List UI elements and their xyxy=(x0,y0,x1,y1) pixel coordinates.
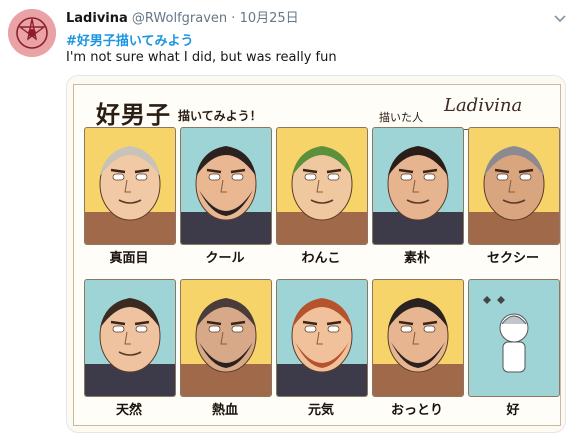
artwork-title: 好男子 xyxy=(96,101,171,129)
character-panel xyxy=(84,127,176,245)
tweet-text: I'm not sure what I did, but was really … xyxy=(66,50,337,65)
character-label: 素朴 xyxy=(403,251,430,266)
display-name[interactable]: Ladivina xyxy=(66,11,128,26)
user-handle[interactable]: @RWolfgraven xyxy=(132,11,227,26)
character-label: 好 xyxy=(506,403,520,418)
character-panel xyxy=(180,279,272,397)
character-face-icon xyxy=(85,298,175,396)
character-label: おっとり xyxy=(390,403,443,418)
character-panel xyxy=(372,279,464,397)
character-face-icon xyxy=(85,146,175,244)
character-label: クール xyxy=(205,251,245,266)
pentagram-avatar-icon xyxy=(8,9,56,57)
character-label: わんこ xyxy=(301,251,341,266)
character-panel xyxy=(180,127,272,245)
character-label: 元気 xyxy=(307,403,334,418)
separator-dot: · xyxy=(231,11,236,26)
chibi-sketch-icon xyxy=(483,296,529,373)
artist-signature: Ladivina xyxy=(444,95,523,116)
artwork-frame: 好男子 描いてみよう！ 描いた人 Ladivina 真面目 クール わんこ 素朴 セクシ… xyxy=(73,84,561,426)
tweet-header: Ladivina @RWolfgraven · 10月25日 xyxy=(66,10,566,28)
tweet-image[interactable]: 好男子 描いてみよう！ 描いた人 Ladivina 真面目 クール わんこ 素朴 セクシ… xyxy=(66,75,566,433)
character-face-icon xyxy=(181,146,271,244)
character-face-icon xyxy=(277,298,367,396)
character-panel xyxy=(276,127,368,245)
character-face-icon xyxy=(181,298,271,396)
character-face-icon xyxy=(373,146,463,244)
drawn-by-label: 描いた人 xyxy=(379,111,423,124)
character-panel xyxy=(276,279,368,397)
artwork-subtitle: 描いてみよう！ xyxy=(178,109,262,123)
character-panel xyxy=(468,127,560,245)
character-face-icon xyxy=(277,146,367,244)
chevron-down-icon[interactable] xyxy=(552,12,568,26)
character-panel xyxy=(84,279,176,397)
hashtag-link[interactable]: #好男子描いてみよう xyxy=(66,30,194,49)
character-label: セクシー xyxy=(486,251,539,266)
tweet-date[interactable]: 10月25日 xyxy=(240,11,299,26)
character-panel xyxy=(372,127,464,245)
avatar[interactable] xyxy=(8,9,56,57)
character-panel xyxy=(468,279,560,397)
character-label: 熱血 xyxy=(211,403,238,418)
character-label: 天然 xyxy=(115,403,142,418)
character-face-icon xyxy=(469,146,559,244)
character-label: 真面目 xyxy=(109,251,149,266)
character-face-icon xyxy=(373,298,463,396)
